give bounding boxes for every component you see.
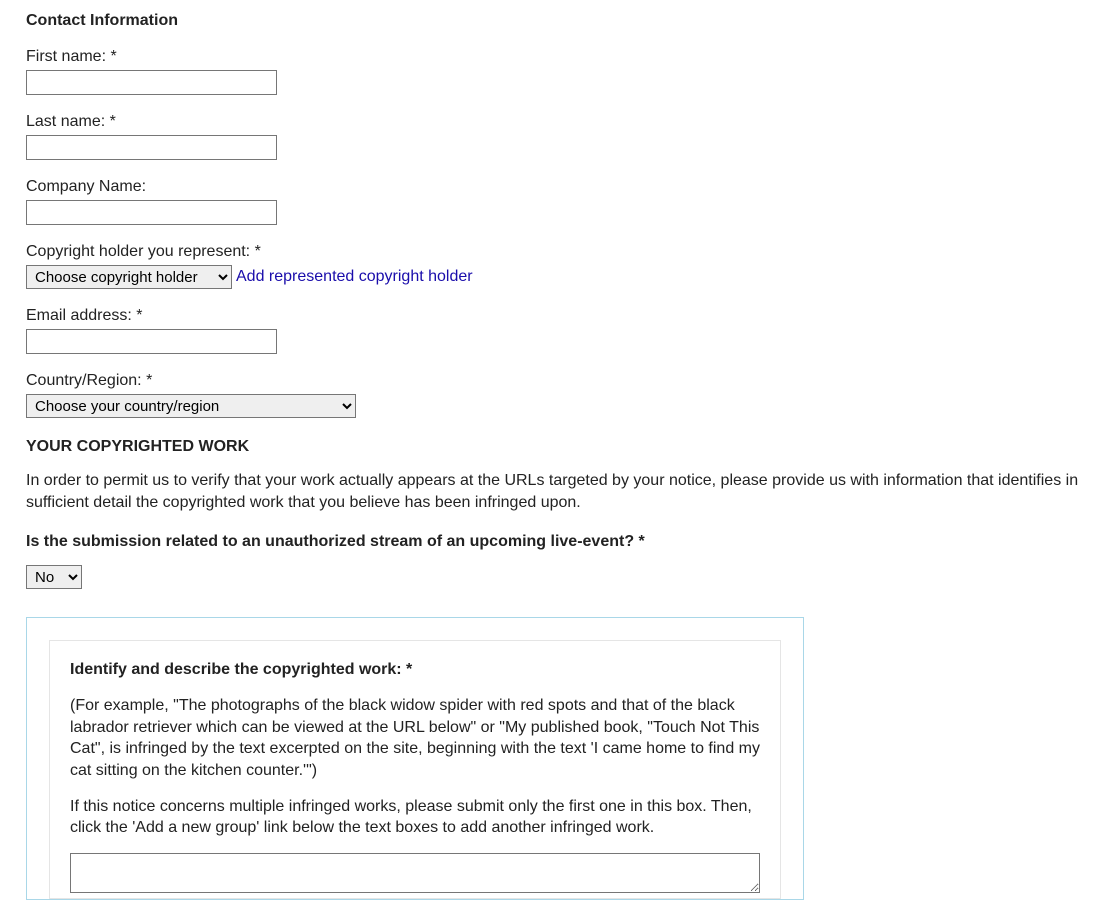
country-field: Country/Region: * Choose your country/re… (26, 372, 1080, 418)
work-box-inner: Identify and describe the copyrighted wo… (49, 640, 781, 899)
work-box-outer: Identify and describe the copyrighted wo… (26, 617, 804, 900)
live-event-select[interactable]: No (26, 565, 82, 589)
identify-heading: Identify and describe the copyrighted wo… (70, 661, 760, 679)
work-heading: YOUR COPYRIGHTED WORK (26, 438, 1080, 456)
email-field: Email address: * (26, 307, 1080, 354)
country-select[interactable]: Choose your country/region (26, 394, 356, 418)
copyright-holder-field: Copyright holder you represent: * Choose… (26, 243, 1080, 289)
email-label: Email address: * (26, 307, 1080, 325)
country-label: Country/Region: * (26, 372, 1080, 390)
email-input[interactable] (26, 329, 277, 354)
describe-textarea[interactable] (70, 853, 760, 893)
identify-multiple: If this notice concerns multiple infring… (70, 796, 760, 839)
add-copyright-holder-link[interactable]: Add represented copyright holder (236, 268, 473, 286)
first-name-input[interactable] (26, 70, 277, 95)
first-name-field: First name: * (26, 48, 1080, 95)
identify-example: (For example, "The photographs of the bl… (70, 695, 760, 781)
first-name-label: First name: * (26, 48, 1080, 66)
last-name-field: Last name: * (26, 113, 1080, 160)
company-field: Company Name: (26, 178, 1080, 225)
work-intro: In order to permit us to verify that you… (26, 470, 1080, 513)
contact-heading: Contact Information (26, 12, 1080, 30)
live-event-field: No (26, 565, 1080, 589)
copyright-holder-select[interactable]: Choose copyright holder (26, 265, 232, 289)
live-event-question: Is the submission related to an unauthor… (26, 533, 1080, 551)
last-name-input[interactable] (26, 135, 277, 160)
copyright-holder-label: Copyright holder you represent: * (26, 243, 1080, 261)
last-name-label: Last name: * (26, 113, 1080, 131)
company-label: Company Name: (26, 178, 1080, 196)
company-input[interactable] (26, 200, 277, 225)
